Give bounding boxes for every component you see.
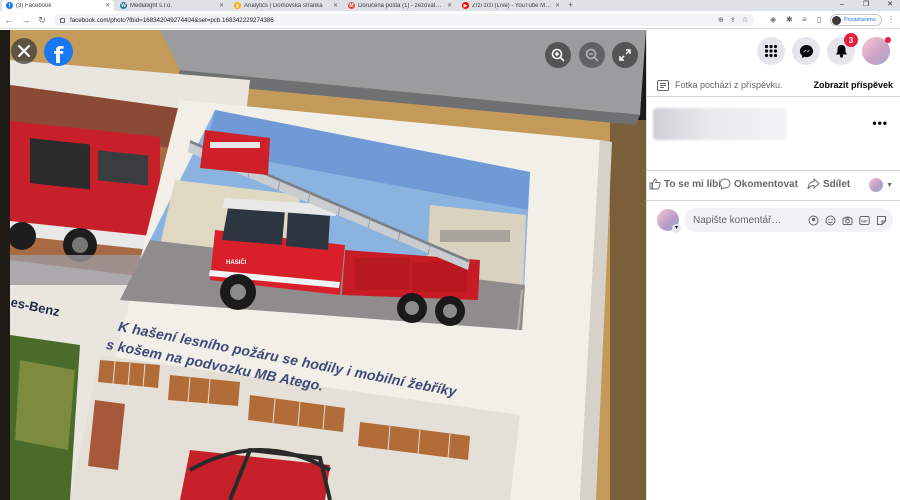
- fullscreen-button[interactable]: [612, 42, 638, 68]
- tab-close-icon[interactable]: ✕: [333, 2, 338, 9]
- share-page-icon[interactable]: ⇪: [730, 16, 736, 24]
- share-arrow-icon: [807, 178, 820, 190]
- extensions-puzzle-icon[interactable]: ✱: [786, 14, 793, 26]
- zoom-in-button[interactable]: [545, 42, 571, 68]
- profile-avatar: [832, 15, 841, 25]
- sticker-icon[interactable]: [876, 215, 887, 226]
- lock-icon: [60, 17, 65, 23]
- forward-icon[interactable]: →: [20, 14, 32, 26]
- truck-door-text: HASIČI: [226, 259, 247, 266]
- tab-favicon-icon: W: [120, 2, 127, 9]
- browser-profile-button[interactable]: Pozastaveno: [830, 14, 882, 26]
- close-window-icon[interactable]: ✕: [882, 0, 898, 10]
- tab-title: Medialight s.r.o.: [130, 2, 173, 9]
- browser-tab[interactable]: f (3) Facebook ✕: [2, 0, 114, 11]
- close-icon: [18, 45, 30, 57]
- account-avatar[interactable]: [862, 37, 891, 65]
- zoom-in-icon: [551, 48, 565, 62]
- comment-composer: ▾ Napište komentář… GIF: [657, 208, 893, 233]
- commenter-avatar[interactable]: ▾: [657, 209, 681, 233]
- camera-icon[interactable]: [842, 215, 853, 226]
- browser-tab[interactable]: W Medialight s.r.o. ✕: [116, 0, 228, 11]
- grid-menu-icon: [764, 44, 778, 58]
- comment-label: Okomentovat: [734, 178, 798, 190]
- blurred-author-header: [653, 108, 787, 140]
- emoji-icon[interactable]: [825, 215, 836, 226]
- new-tab-button[interactable]: +: [568, 0, 573, 11]
- tab-close-icon[interactable]: ✕: [555, 2, 560, 9]
- comment-input[interactable]: Napište komentář… GIF: [684, 208, 893, 232]
- divider: [647, 200, 900, 201]
- share-as-avatar: [869, 178, 884, 192]
- comment-placeholder: Napište komentář…: [693, 214, 782, 226]
- tab-title: (3) Facebook: [16, 2, 52, 9]
- chevron-down-icon: ▼: [886, 181, 893, 189]
- more-options-button[interactable]: •••: [872, 116, 888, 130]
- comment-icon: [719, 178, 731, 190]
- facebook-top-icons: 3: [757, 33, 891, 65]
- browser-menu-icon[interactable]: ⋮: [887, 14, 895, 26]
- share-as-selector[interactable]: ▼: [869, 178, 893, 192]
- post-icon: [657, 79, 669, 91]
- browser-tab[interactable]: ▮ Analytics | Domovská stránka ✕: [230, 0, 342, 11]
- menu-button[interactable]: [757, 37, 785, 65]
- minimize-icon[interactable]: –: [834, 0, 850, 10]
- browser-toolbar: ← → ↻ facebook.com/photo?fbid=1683420492…: [0, 11, 900, 29]
- zoom-icon[interactable]: ⊕: [718, 16, 724, 24]
- notifications-badge: 3: [844, 33, 858, 47]
- tab-title: Doručená pošta (1) - zezovatoz…: [358, 2, 444, 9]
- svg-text:GIF: GIF: [861, 218, 868, 223]
- reload-icon[interactable]: ↻: [36, 14, 48, 26]
- tab-close-icon[interactable]: ✕: [105, 2, 110, 9]
- restore-icon[interactable]: ❐: [858, 0, 874, 10]
- extension-icon[interactable]: ◈: [770, 14, 776, 26]
- tab-favicon-icon: ▮: [234, 2, 241, 9]
- media-control-icon[interactable]: ≡: [802, 14, 807, 26]
- post-source-text: Fotka pochází z příspěvku.: [675, 80, 783, 90]
- back-icon[interactable]: ←: [3, 14, 15, 26]
- divider: [647, 170, 900, 171]
- close-photo-button[interactable]: [11, 38, 37, 64]
- browser-tab[interactable]: M Doručená pošta (1) - zezovatoz… ✕: [344, 0, 456, 11]
- photo-image: HASIČI es-Benz: [0, 30, 646, 500]
- zoom-out-icon: [585, 48, 599, 62]
- browser-tab[interactable]: ▶ Zrzi zrzi (Live) - YouTube Mu… ✕: [458, 0, 564, 11]
- like-button[interactable]: To se mi líbí: [649, 178, 720, 190]
- chevron-down-icon: ▾: [672, 224, 681, 233]
- avatar-status-dot: [885, 37, 891, 43]
- comment-button[interactable]: Okomentovat: [719, 178, 798, 190]
- facebook-logo[interactable]: f: [44, 37, 73, 66]
- tab-favicon-icon: ▶: [462, 2, 469, 9]
- profile-status-label: Pozastaveno: [844, 17, 876, 23]
- tab-strip: f (3) Facebook ✕ W Medialight s.r.o. ✕ ▮ Analyt…: [0, 0, 900, 11]
- like-label: To se mi líbí: [664, 178, 720, 190]
- tab-title: Analytics | Domovská stránka: [244, 2, 323, 9]
- view-post-link[interactable]: Zobrazit příspěvek: [813, 80, 893, 90]
- share-button[interactable]: Sdílet: [807, 178, 850, 190]
- bookmark-star-icon[interactable]: ☆: [742, 16, 748, 24]
- post-side-panel: 3 Fotka pochází z příspěvku. Zobrazit př…: [646, 30, 900, 500]
- messenger-icon: [799, 44, 813, 58]
- tab-favicon-icon: f: [6, 2, 13, 9]
- post-actions: To se mi líbí Okomentovat Sdílet ▼: [647, 178, 900, 194]
- tab-favicon-icon: M: [348, 2, 355, 9]
- tab-title: Zrzi zrzi (Live) - YouTube Mu…: [472, 2, 552, 9]
- gif-icon[interactable]: GIF: [859, 215, 870, 226]
- messenger-button[interactable]: [792, 37, 820, 65]
- divider: [647, 96, 900, 97]
- zoom-out-button[interactable]: [579, 42, 605, 68]
- tab-close-icon[interactable]: ✕: [447, 2, 452, 9]
- side-panel-icon[interactable]: ▯: [817, 14, 821, 26]
- address-bar[interactable]: facebook.com/photo?fbid=168342049274404&…: [54, 14, 754, 26]
- notifications-button[interactable]: 3: [827, 33, 858, 65]
- thumbs-up-icon: [649, 178, 661, 190]
- bell-icon: [835, 45, 847, 58]
- avatar-sticker-icon[interactable]: [808, 215, 819, 226]
- post-source-row: Fotka pochází z příspěvku. Zobrazit přís…: [657, 78, 893, 92]
- photo-viewer: HASIČI es-Benz K hašení lesního požáru s…: [0, 30, 646, 500]
- share-label: Sdílet: [823, 178, 851, 190]
- url-text: facebook.com/photo?fbid=168342049274404&…: [70, 16, 274, 24]
- tab-close-icon[interactable]: ✕: [219, 2, 224, 9]
- expand-icon: [619, 49, 631, 61]
